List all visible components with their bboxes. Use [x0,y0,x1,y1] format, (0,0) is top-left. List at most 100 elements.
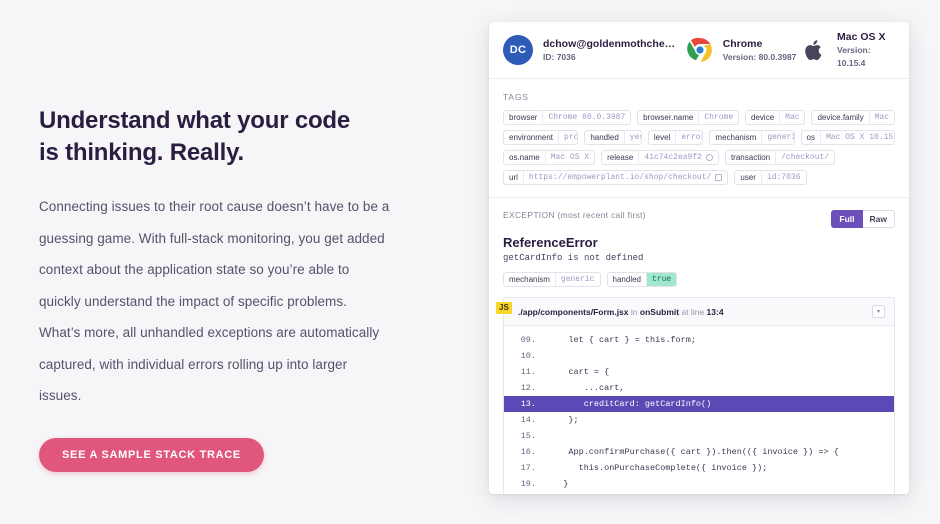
marketing-copy-column: Understand what your code is thinking. R… [0,0,470,524]
tag-value: https://empowerplant.io/shop/checkout/ [522,171,727,184]
tag-user[interactable]: user id:7036 [734,170,807,185]
tag-os[interactable]: os Mac OS X 10.15.4 [800,130,896,145]
tag-key: handled [612,275,641,285]
exception-message: getCardInfo is not defined [503,253,644,264]
stack-frame-in: in [630,306,638,317]
tag-mechanism[interactable]: mechanism generic [503,272,601,288]
tags-list: browser Chrome 80.0.3987 browser.name Chrom… [503,110,896,185]
clock-icon[interactable] [705,154,713,161]
tag-row: url https://empowerplant.io/shop/checkout… [503,170,895,185]
tag-key: transaction [730,153,771,162]
context-user-name: dchow@goldenmothchemic... [543,37,683,50]
body-paragraph: Connecting issues to their root cause do… [39,199,390,404]
tag-value: /checkout/ [775,151,834,164]
tag-browser.name[interactable]: browser.name Chrome [637,110,740,125]
code-line-number: 17. [520,463,536,474]
code-line: 19. } [504,476,894,492]
code-line: 09. let { cart } = this.form; [504,332,894,348]
tag-key: device [751,113,775,122]
context-browser-version: Version: 80.0.3987 [722,51,797,62]
tag-row: environment prod handled yes level error mecha… [503,130,896,145]
code-line-number: 12. [520,383,536,394]
code-line-number: 11. [520,367,536,378]
toggle-raw-button[interactable]: Raw [862,210,895,229]
tag-value: yes [623,131,641,144]
exception-type: ReferenceError [503,235,598,251]
tag-row: browser Chrome 80.0.3987 browser.name Chrom… [503,110,896,125]
stack-frame-label: ./app/components/Form.jsx in onSubmit at… [518,307,724,317]
tag-value: Chrome [698,111,738,124]
stack-frame-at: at line [681,306,705,317]
tag-key: device.family [817,113,864,122]
tags-section: TAGS browser Chrome 80.0.3987 browser.name… [489,79,909,198]
context-os[interactable]: Mac OS X Version: 10.15.4 [801,30,895,70]
exception-section-label: EXCEPTION (most recent call first) [503,210,646,220]
apple-icon [801,37,827,63]
tag-value: error [675,131,702,144]
context-user[interactable]: DC dchow@goldenmothchemic... ID: 7036 [503,35,687,65]
tag-os.name[interactable]: os.name Mac OS X [503,150,596,165]
tag-device.family[interactable]: device.family Mac [811,110,896,125]
tag-value: generic [554,273,600,287]
tag-key: environment [509,133,554,142]
code-line-source: cart = { [548,367,610,378]
code-line: 10. [504,348,894,364]
tag-key: os [806,133,815,142]
tag-browser[interactable]: browser Chrome 80.0.3987 [503,110,632,125]
tag-value: Mac OS X [544,151,594,164]
code-line-source: App.confirmPurchase({ cart }).then(({ in… [548,447,839,458]
tag-key: mechanism [715,133,757,142]
error-detail-card-wrapper: DC dchow@goldenmothchemic... ID: 7036 Ch… [489,22,909,494]
tag-device[interactable]: device Mac [745,110,806,125]
tag-value: id:7036 [760,171,806,184]
code-line-number: 15. [520,431,536,442]
see-sample-stack-trace-button[interactable]: SEE A SAMPLE STACK TRACE [39,437,264,472]
tag-release[interactable]: release 41c74c2ea9f2 [601,150,719,165]
tag-key: url [509,173,518,182]
code-line-number: 19. [520,479,536,490]
error-detail-card: DC dchow@goldenmothchemic... ID: 7036 Ch… [489,22,909,494]
avatar: DC [503,35,533,65]
tag-transaction[interactable]: transaction/checkout/ [724,150,836,165]
context-header: DC dchow@goldenmothchemic... ID: 7036 Ch… [489,22,909,79]
tag-value: generic [761,131,794,144]
tag-key: level [653,133,671,142]
code-line-source: ...cart, [548,383,625,394]
stack-frame-file: ./app/components/Form.jsx [518,306,629,317]
context-browser[interactable]: Chrome Version: 80.0.3987 [686,37,801,64]
full-raw-toggle[interactable]: Full Raw [831,210,895,229]
code-line-number: 16. [520,447,536,458]
tag-key: browser [509,113,538,122]
exception-section: EXCEPTION (most recent call first) Full … [489,198,909,297]
stack-frame[interactable]: ./app/components/Form.jsx in onSubmit at… [504,298,894,327]
tag-value: 41c74c2ea9f2 [638,151,718,164]
code-line-source: creditCard: getCardInfo() [548,399,712,410]
code-line: 17. this.onPurchaseComplete({ invoice })… [504,460,894,476]
code-snippet: 09. let { cart } = this.form; 10. 11. cart… [504,326,894,494]
stack-frame-function: onSubmit [639,306,680,317]
tag-value: prod [558,131,577,144]
tag-handled[interactable]: handled true [606,272,678,288]
code-line-source: }; [548,415,579,426]
tag-key: mechanism [509,275,550,285]
code-line-highlighted: 13. creditCard: getCardInfo() [504,396,894,413]
toggle-full-button[interactable]: Full [831,210,863,229]
tag-key: handled [590,133,619,142]
tag-key: browser.name [643,113,694,122]
chrome-icon [686,37,713,63]
code-line: 14. }; [504,412,894,428]
code-line-number: 13. [520,399,536,410]
tag-level[interactable]: level error [647,130,704,145]
tag-mechanism[interactable]: mechanism generic [709,130,795,145]
tag-handled[interactable]: handled yes [584,130,642,145]
tag-environment[interactable]: environment prod [503,130,579,145]
copy-icon[interactable] [715,174,723,181]
chevron-down-icon[interactable]: ▾ [872,305,885,319]
code-line: 11. cart = { [504,364,894,380]
context-user-id: ID: 7036 [543,51,576,62]
tag-key: user [740,173,756,182]
tag-url[interactable]: url https://empowerplant.io/shop/checkout… [503,170,729,185]
context-browser-name: Chrome [722,37,763,50]
context-os-version: Version: 10.15.4 [837,45,871,69]
exception-tags: mechanism generic handled true [503,272,895,288]
